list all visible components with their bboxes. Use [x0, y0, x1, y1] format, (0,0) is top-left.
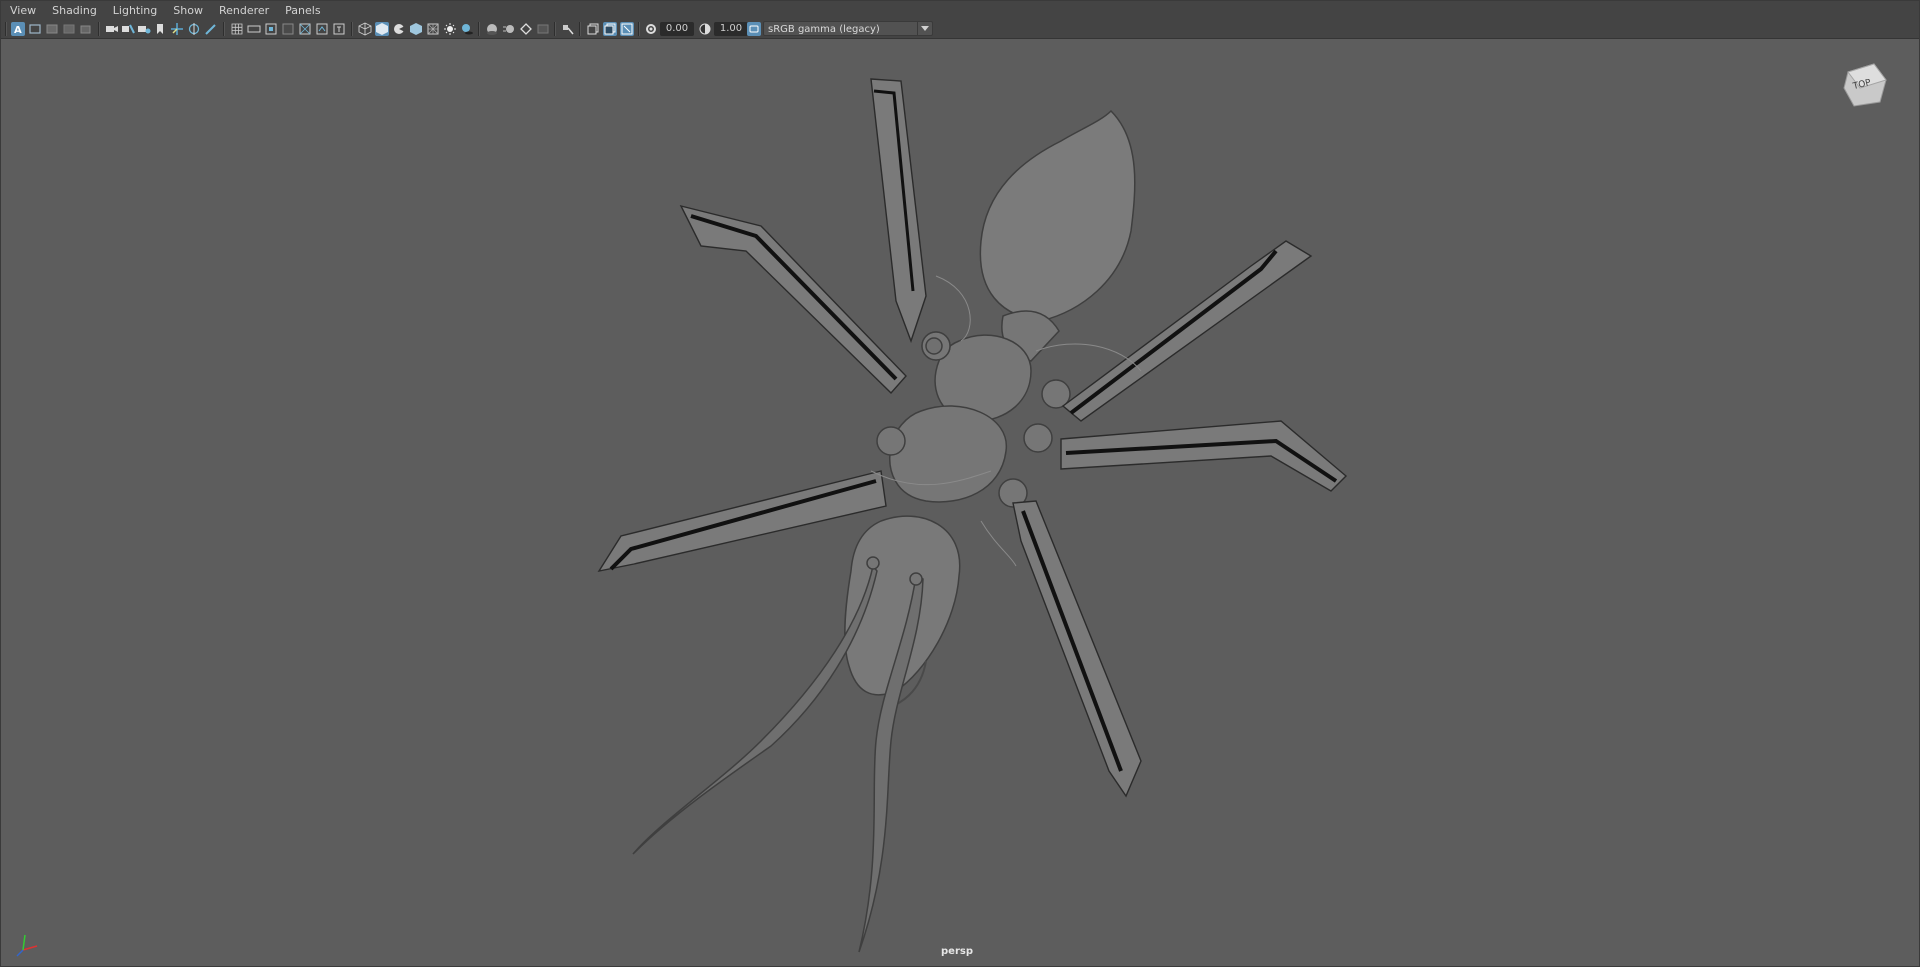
film-gate-icon[interactable] — [247, 22, 261, 36]
menu-renderer[interactable]: Renderer — [210, 1, 276, 20]
grid-icon[interactable] — [230, 22, 244, 36]
select-camera-icon[interactable]: A — [11, 22, 25, 36]
move-tool-icon[interactable] — [170, 22, 184, 36]
maya-viewport-panel: View Shading Lighting Show Renderer Pane… — [0, 0, 1920, 967]
hud-icon[interactable] — [620, 22, 634, 36]
toolbar-separator — [98, 22, 100, 36]
isolate-view-icon[interactable] — [561, 22, 575, 36]
chevron-down-icon[interactable] — [917, 22, 932, 35]
toolbar-separator — [351, 22, 353, 36]
xray-joints-icon[interactable] — [586, 22, 600, 36]
2d-pan-zoom-icon[interactable] — [79, 22, 93, 36]
rotate-tool-icon[interactable] — [187, 22, 201, 36]
textured-icon[interactable] — [409, 22, 423, 36]
menu-panels[interactable]: Panels — [276, 1, 327, 20]
safe-title-icon[interactable] — [332, 22, 346, 36]
ant-robot-model[interactable] — [1, 39, 1919, 966]
smooth-shade-icon[interactable] — [375, 22, 389, 36]
menu-shading[interactable]: Shading — [43, 1, 104, 20]
gamma-field[interactable]: 1.00 — [714, 22, 748, 36]
toolbar-separator — [478, 22, 480, 36]
toolbar-separator — [5, 22, 7, 36]
bookmarks-icon[interactable] — [45, 22, 59, 36]
menu-lighting[interactable]: Lighting — [104, 1, 164, 20]
exposure-icon[interactable] — [644, 22, 658, 36]
toolbar-separator — [579, 22, 581, 36]
safe-action-icon[interactable] — [315, 22, 329, 36]
resolution-gate-icon[interactable] — [264, 22, 278, 36]
svg-text:A: A — [14, 25, 22, 36]
view-transform-value: sRGB gamma (legacy) — [768, 24, 880, 35]
pen-tool-icon[interactable] — [204, 22, 218, 36]
menu-view[interactable]: View — [1, 1, 43, 20]
camera-icon[interactable] — [105, 22, 119, 36]
grease-pencil-icon[interactable] — [121, 22, 135, 36]
gate-mask-icon[interactable] — [281, 22, 295, 36]
view-transform-dropdown[interactable]: sRGB gamma (legacy) — [763, 21, 933, 36]
image-plane-icon[interactable] — [62, 22, 76, 36]
anti-aliasing-icon[interactable] — [519, 22, 533, 36]
motion-blur-icon[interactable] — [502, 22, 516, 36]
camera-attributes-icon[interactable] — [28, 22, 42, 36]
default-material-icon[interactable] — [392, 22, 406, 36]
wireframe-icon[interactable] — [358, 22, 372, 36]
shadows-icon[interactable] — [460, 22, 474, 36]
isolate-select-icon[interactable] — [603, 22, 617, 36]
depth-of-field-icon[interactable] — [536, 22, 550, 36]
bookmark-icon[interactable] — [153, 22, 167, 36]
perspective-viewport[interactable]: TOP persp — [1, 39, 1919, 966]
camera-name-label: persp — [941, 946, 973, 957]
panel-toolbar: A 0.00 1.00 sRGB gamma (legacy) — [1, 20, 1919, 39]
use-all-lights-icon[interactable] — [443, 22, 457, 36]
toolbar-separator — [554, 22, 556, 36]
toolbar-separator — [223, 22, 225, 36]
gamma-icon[interactable] — [698, 22, 712, 36]
screen-space-ao-icon[interactable] — [485, 22, 499, 36]
color-management-icon[interactable] — [747, 22, 761, 36]
axis-gizmo-icon — [16, 934, 38, 957]
xray-icon[interactable] — [426, 22, 440, 36]
toolbar-separator — [638, 22, 640, 36]
panel-menubar: View Shading Lighting Show Renderer Pane… — [1, 1, 1919, 20]
snapshot-icon[interactable] — [137, 22, 151, 36]
menu-show[interactable]: Show — [164, 1, 210, 20]
field-chart-icon[interactable] — [298, 22, 312, 36]
exposure-field[interactable]: 0.00 — [660, 22, 694, 36]
